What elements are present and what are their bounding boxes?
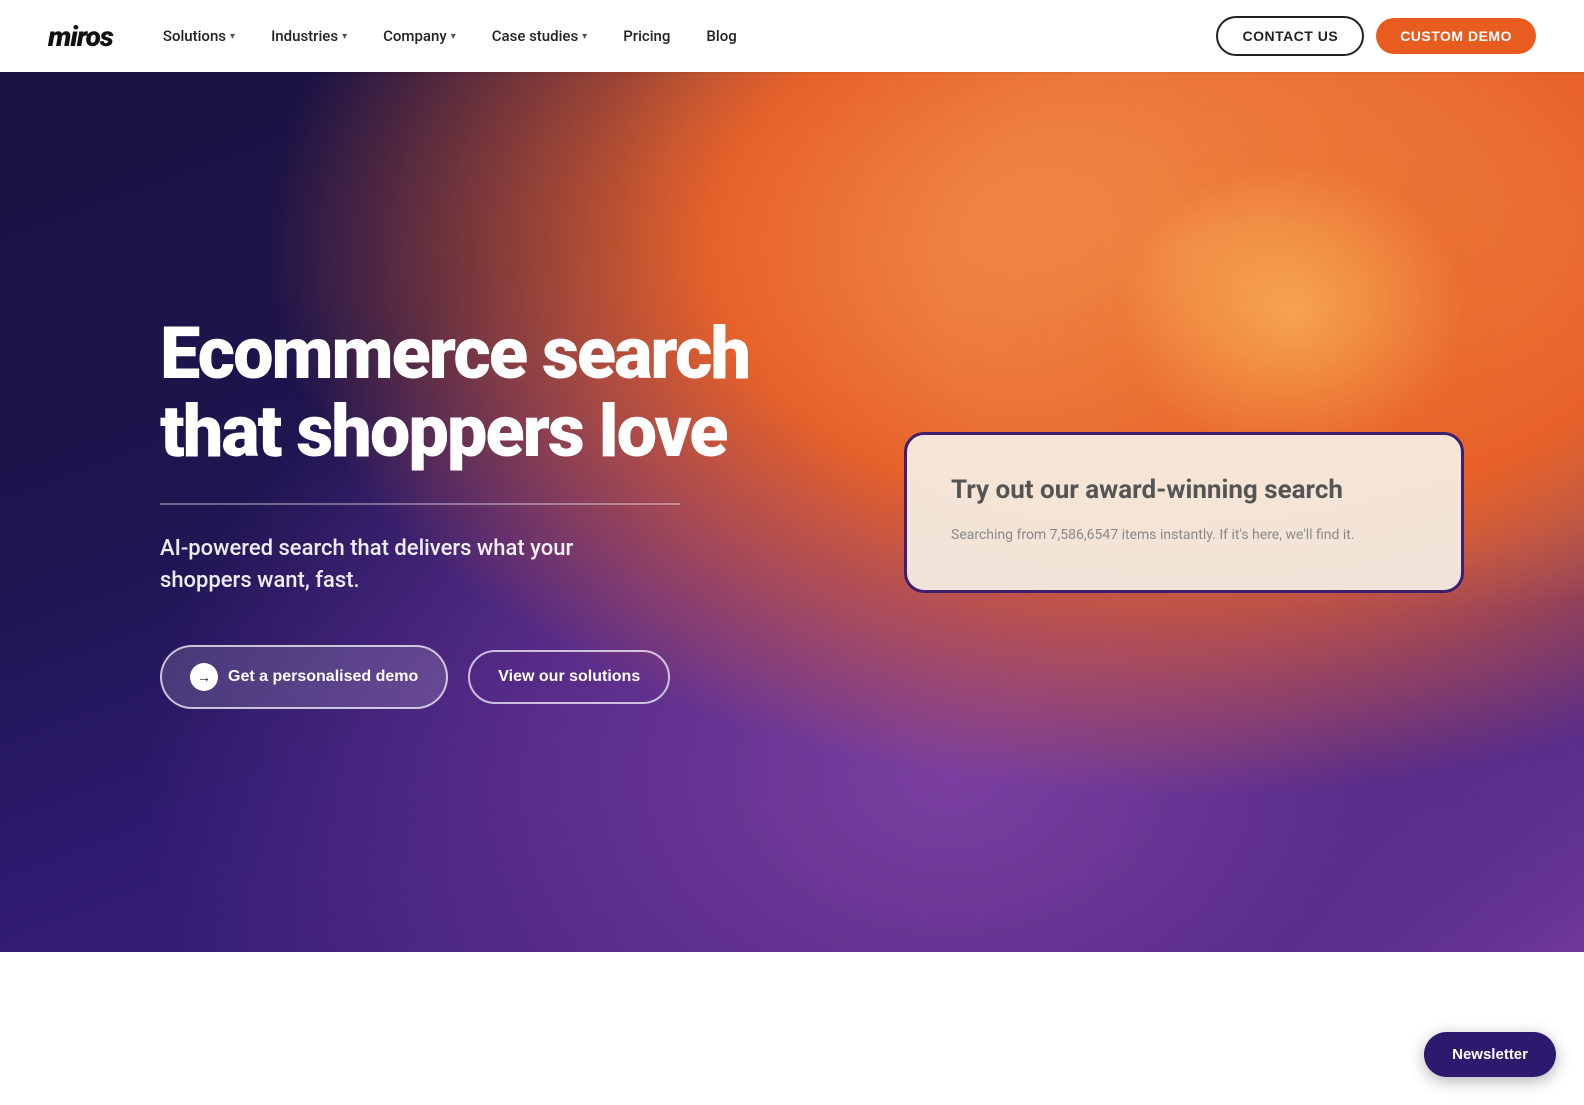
- chevron-down-icon: ▾: [582, 31, 587, 42]
- hero-divider: [160, 503, 680, 505]
- bottom-strip: [0, 952, 1584, 1105]
- newsletter-button[interactable]: Newsletter: [1424, 1032, 1556, 1077]
- nav-link-blog[interactable]: Blog: [692, 19, 750, 53]
- nav-link-pricing[interactable]: Pricing: [609, 19, 684, 53]
- get-demo-label: Get a personalised demo: [228, 668, 418, 686]
- hero-buttons: → Get a personalised demo View our solut…: [160, 645, 780, 709]
- get-demo-button[interactable]: → Get a personalised demo: [160, 645, 448, 709]
- nav-link-case-studies[interactable]: Case studies▾: [478, 19, 601, 53]
- navbar: miros Solutions▾Industries▾Company▾Case …: [0, 0, 1584, 72]
- logo[interactable]: miros: [48, 20, 113, 53]
- hero-subtitle: AI-powered search that delivers what you…: [160, 533, 640, 597]
- hero-section: Ecommerce search that shoppers love AI-p…: [0, 72, 1584, 952]
- custom-demo-button[interactable]: CUSTOM DEMO: [1376, 18, 1536, 54]
- chevron-down-icon: ▾: [230, 31, 235, 42]
- hero-content: Ecommerce search that shoppers love AI-p…: [0, 315, 1584, 708]
- nav-link-company[interactable]: Company▾: [369, 19, 470, 53]
- hero-left: Ecommerce search that shoppers love AI-p…: [160, 315, 780, 708]
- contact-us-button[interactable]: CONTACT US: [1216, 16, 1364, 56]
- search-card: Try out our award-winning search Searchi…: [904, 432, 1464, 593]
- search-card-subtitle: Searching from 7,586,6547 items instantl…: [951, 525, 1417, 546]
- nav-link-industries[interactable]: Industries▾: [257, 19, 361, 53]
- nav-left: miros Solutions▾Industries▾Company▾Case …: [48, 19, 751, 53]
- search-card-title: Try out our award-winning search: [951, 475, 1417, 505]
- nav-right: CONTACT US CUSTOM DEMO: [1216, 16, 1536, 56]
- nav-link-solutions[interactable]: Solutions▾: [149, 19, 249, 53]
- view-solutions-button[interactable]: View our solutions: [468, 650, 670, 704]
- nav-links: Solutions▾Industries▾Company▾Case studie…: [149, 19, 751, 53]
- hero-title: Ecommerce search that shoppers love: [160, 315, 780, 471]
- chevron-down-icon: ▾: [342, 31, 347, 42]
- chevron-down-icon: ▾: [451, 31, 456, 42]
- arrow-icon: →: [190, 663, 218, 691]
- hero-right: Try out our award-winning search Searchi…: [904, 432, 1464, 593]
